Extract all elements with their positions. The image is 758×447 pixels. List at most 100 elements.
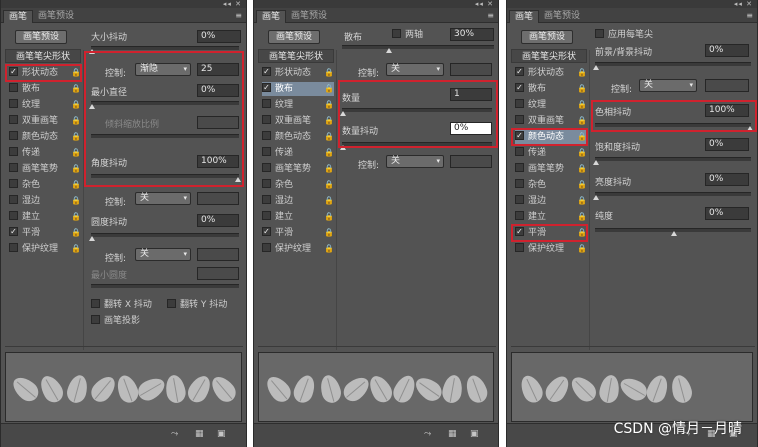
brush-presets-button[interactable]: 画笔预设	[521, 30, 573, 44]
slider-thumb[interactable]	[340, 145, 346, 150]
brush-presets-button[interactable]: 画笔预设	[268, 30, 320, 44]
checkbox[interactable]: ✓	[515, 67, 524, 76]
slider-thumb[interactable]	[747, 126, 753, 131]
checkbox[interactable]	[515, 147, 524, 156]
panel-topbar[interactable]: ◂◂ ✕	[1, 0, 246, 8]
lock-icon[interactable]: 🔒	[71, 210, 81, 224]
option-color-dynamics[interactable]: 颜色动态 🔒	[9, 130, 81, 144]
option-shape-dynamics[interactable]: ✓ 形状动态 🔒	[262, 66, 334, 80]
option-texture[interactable]: 纹理 🔒	[262, 98, 334, 112]
lock-icon[interactable]: 🔒	[324, 82, 334, 96]
lock-icon[interactable]: 🔒	[71, 130, 81, 144]
lock-icon[interactable]: 🔒	[324, 210, 334, 224]
angle-jitter-slider[interactable]	[91, 174, 241, 182]
lock-icon[interactable]: 🔒	[324, 162, 334, 176]
grid-icon[interactable]: ▦	[448, 429, 457, 439]
checkbox[interactable]	[262, 179, 271, 188]
purity-input[interactable]: 0%	[705, 207, 749, 220]
brush-projection-option[interactable]: 画笔投影	[91, 314, 140, 328]
control2-input[interactable]	[450, 155, 492, 168]
checkbox[interactable]: ✓	[515, 83, 524, 92]
option-smoothing[interactable]: ✓ 平滑 🔒	[515, 226, 587, 240]
checkbox[interactable]	[9, 99, 18, 108]
option-transfer[interactable]: 传递 🔒	[262, 146, 334, 160]
lock-icon[interactable]: 🔒	[71, 82, 81, 96]
lock-icon[interactable]: 🔒	[577, 66, 587, 80]
tab-brush[interactable]: 画笔	[509, 10, 540, 23]
option-texture[interactable]: 纹理 🔒	[515, 98, 587, 112]
apply-per-tip-option[interactable]: 应用每笔尖	[595, 28, 653, 42]
tab-brush[interactable]: 画笔	[256, 10, 287, 23]
hue-jitter-input[interactable]: 100%	[705, 104, 749, 117]
lock-icon[interactable]: 🔒	[71, 226, 81, 240]
toggle-preview-icon[interactable]: ⤳	[171, 429, 178, 439]
option-dual-brush[interactable]: 双重画笔 🔒	[9, 114, 81, 128]
checkbox[interactable]	[262, 131, 271, 140]
tab-brush-presets[interactable]: 画笔预设	[286, 10, 332, 23]
option-smoothing[interactable]: ✓ 平滑 🔒	[9, 226, 81, 240]
checkbox[interactable]: ✓	[9, 67, 18, 76]
checkbox[interactable]: ✓	[515, 131, 524, 140]
checkbox[interactable]: ✓	[262, 227, 271, 236]
option-protect-texture[interactable]: 保护纹理 🔒	[9, 242, 81, 256]
tilt-scale-slider[interactable]	[91, 134, 239, 138]
checkbox[interactable]	[9, 163, 18, 172]
option-dual-brush[interactable]: 双重画笔 🔒	[515, 114, 587, 128]
both-axes-option[interactable]: 两轴	[392, 28, 423, 42]
option-shape-dynamics[interactable]: ✓ 形状动态 🔒	[515, 66, 587, 80]
slider-thumb[interactable]	[235, 177, 241, 182]
control-select[interactable]: 关 ▾	[639, 79, 697, 92]
lock-icon[interactable]: 🔒	[71, 242, 81, 256]
checkbox[interactable]	[515, 243, 524, 252]
slider-thumb[interactable]	[593, 65, 599, 70]
flip-x-option[interactable]: 翻转 X 抖动	[91, 298, 152, 312]
option-wet-edges[interactable]: 湿边 🔒	[515, 194, 587, 208]
checkbox[interactable]	[9, 83, 18, 92]
roundness-jitter-slider[interactable]	[89, 233, 239, 241]
panel-menu-icon[interactable]: ≡	[746, 11, 753, 20]
slider-thumb[interactable]	[89, 49, 95, 54]
checkbox[interactable]	[515, 211, 524, 220]
lock-icon[interactable]: 🔒	[71, 114, 81, 128]
lock-icon[interactable]: 🔒	[324, 226, 334, 240]
slider-thumb[interactable]	[593, 160, 599, 165]
lock-icon[interactable]: 🔒	[324, 146, 334, 160]
lock-icon[interactable]: 🔒	[577, 162, 587, 176]
control3-input[interactable]	[197, 248, 239, 261]
lock-icon[interactable]: 🔒	[71, 178, 81, 192]
option-shape-dynamics[interactable]: ✓ 形状动态 🔒	[9, 66, 81, 80]
control3-select[interactable]: 关 ▾	[135, 248, 191, 261]
checkbox[interactable]	[9, 195, 18, 204]
slider-thumb[interactable]	[386, 48, 392, 53]
option-protect-texture[interactable]: 保护纹理 🔒	[515, 242, 587, 256]
brush-presets-button[interactable]: 画笔预设	[15, 30, 67, 44]
count-slider[interactable]	[340, 108, 492, 116]
option-smoothing[interactable]: ✓ 平滑 🔒	[262, 226, 334, 240]
checkbox[interactable]	[515, 99, 524, 108]
option-build-up[interactable]: 建立 🔒	[262, 210, 334, 224]
checkbox[interactable]	[515, 195, 524, 204]
roundness-jitter-input[interactable]: 0%	[197, 214, 239, 227]
checkbox[interactable]	[9, 147, 18, 156]
option-brush-pose[interactable]: 画笔笔势 🔒	[515, 162, 587, 176]
min-diameter-slider[interactable]	[89, 101, 239, 109]
size-jitter-input[interactable]: 0%	[197, 30, 241, 43]
option-texture[interactable]: 纹理 🔒	[9, 98, 81, 112]
toggle-preview-icon[interactable]: ⤳	[424, 429, 431, 439]
tab-brush-presets[interactable]: 画笔预设	[539, 10, 585, 23]
size-jitter-slider[interactable]	[89, 46, 239, 54]
checkbox[interactable]	[262, 211, 271, 220]
option-dual-brush[interactable]: 双重画笔 🔒	[262, 114, 334, 128]
lock-icon[interactable]: 🔒	[577, 82, 587, 96]
lock-icon[interactable]: 🔒	[324, 114, 334, 128]
brush-tip-shape-item[interactable]: 画笔笔尖形状	[258, 49, 334, 63]
checkbox[interactable]	[262, 243, 271, 252]
brush-tip-shape-item[interactable]: 画笔笔尖形状	[511, 49, 587, 63]
slider-thumb[interactable]	[89, 104, 95, 109]
lock-icon[interactable]: 🔒	[324, 178, 334, 192]
lock-icon[interactable]: 🔒	[577, 178, 587, 192]
option-noise[interactable]: 杂色 🔒	[262, 178, 334, 192]
count-jitter-slider[interactable]	[340, 142, 492, 150]
lock-icon[interactable]: 🔒	[577, 194, 587, 208]
control2-input[interactable]	[197, 192, 239, 205]
